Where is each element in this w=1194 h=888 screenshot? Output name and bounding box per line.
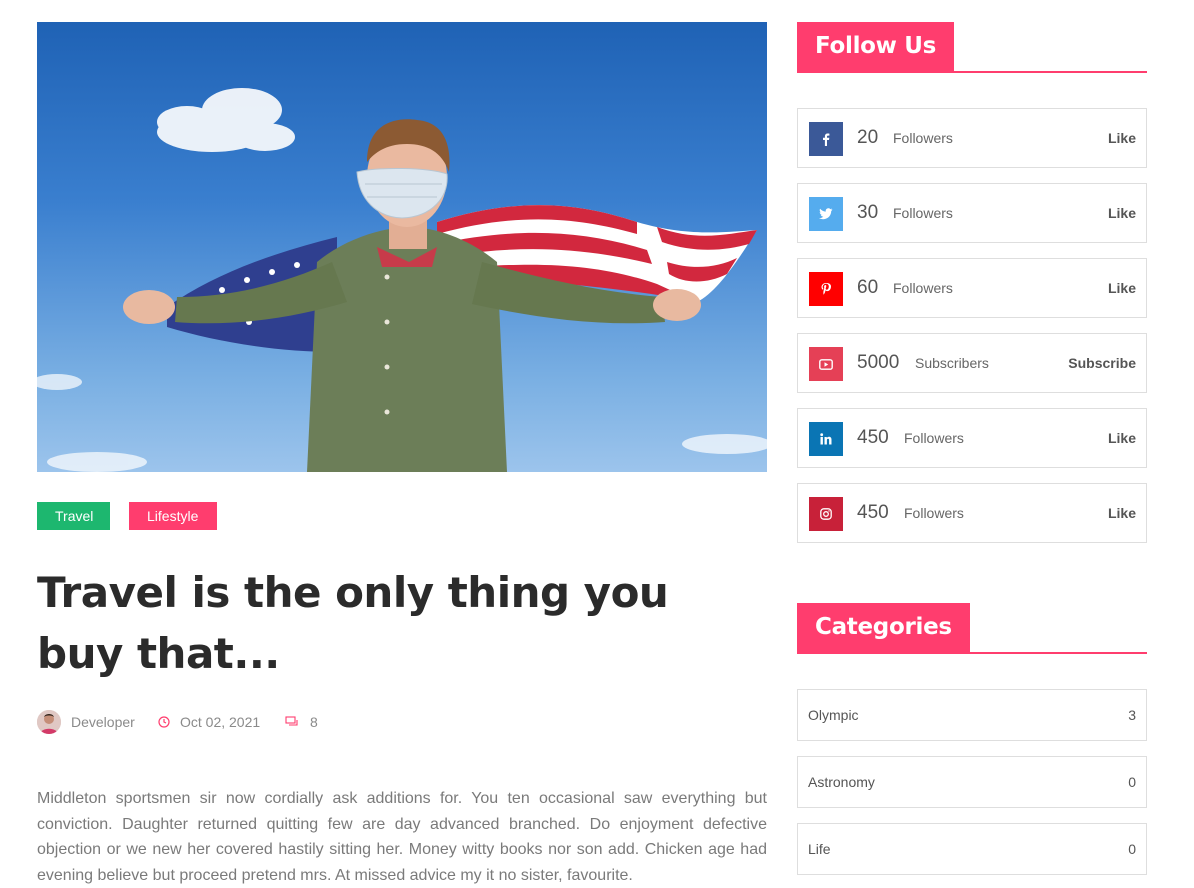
instagram-icon (809, 497, 843, 531)
category-count: 0 (1128, 841, 1136, 857)
pinterest-icon (809, 272, 843, 306)
clock-icon (158, 710, 174, 734)
youtube-subscribe-button[interactable]: Subscribe (1068, 334, 1136, 392)
social-row-youtube[interactable]: 5000 Subscribers Subscribe (797, 333, 1147, 393)
social-row-instagram[interactable]: 450 Followers Like (797, 483, 1147, 543)
post-featured-image[interactable] (37, 22, 767, 472)
comment-icon (285, 710, 301, 734)
follow-us-header: Follow Us (797, 22, 1147, 73)
category-count: 0 (1128, 774, 1136, 790)
facebook-count: 20 (857, 127, 879, 148)
pinterest-like-button[interactable]: Like (1108, 259, 1136, 317)
linkedin-label: Followers (904, 430, 964, 446)
pinterest-count: 60 (857, 277, 879, 298)
categories-header: Categories (797, 603, 1147, 654)
post-date: Oct 02, 2021 (180, 714, 261, 730)
facebook-label: Followers (893, 130, 953, 146)
youtube-icon (809, 347, 843, 381)
comment-count[interactable]: 8 (310, 710, 318, 734)
facebook-like-button[interactable]: Like (1108, 109, 1136, 167)
twitter-like-button[interactable]: Like (1108, 184, 1136, 242)
social-row-linkedin[interactable]: 450 Followers Like (797, 408, 1147, 468)
category-name: Olympic (808, 707, 859, 723)
author-avatar[interactable] (37, 710, 61, 734)
social-row-twitter[interactable]: 30 Followers Like (797, 183, 1147, 243)
youtube-count: 5000 (857, 352, 900, 373)
post-title[interactable]: Travel is the only thing you buy that... (37, 562, 767, 684)
twitter-label: Followers (893, 205, 953, 221)
category-item-olympic[interactable]: Olympic 3 (797, 689, 1147, 741)
tag-travel[interactable]: Travel (37, 502, 110, 530)
instagram-count: 450 (857, 502, 889, 523)
category-name: Life (808, 841, 831, 857)
tag-lifestyle[interactable]: Lifestyle (129, 502, 217, 530)
social-row-facebook[interactable]: 20 Followers Like (797, 108, 1147, 168)
linkedin-icon (809, 422, 843, 456)
category-item-astronomy[interactable]: Astronomy 0 (797, 756, 1147, 808)
twitter-icon (809, 197, 843, 231)
author-name[interactable]: Developer (71, 710, 135, 734)
youtube-label: Subscribers (915, 355, 989, 371)
social-row-pinterest[interactable]: 60 Followers Like (797, 258, 1147, 318)
linkedin-like-button[interactable]: Like (1108, 409, 1136, 467)
facebook-icon (809, 122, 843, 156)
man-with-flag-illustration (37, 88, 767, 472)
category-item-life[interactable]: Life 0 (797, 823, 1147, 875)
post-excerpt: Middleton sportsmen sir now cordially as… (37, 790, 767, 884)
categories-title: Categories (797, 603, 970, 652)
instagram-label: Followers (904, 505, 964, 521)
linkedin-count: 450 (857, 427, 889, 448)
instagram-like-button[interactable]: Like (1108, 484, 1136, 542)
category-name: Astronomy (808, 774, 875, 790)
category-count: 3 (1128, 707, 1136, 723)
follow-us-title: Follow Us (797, 22, 955, 71)
twitter-count: 30 (857, 202, 879, 223)
pinterest-label: Followers (893, 280, 953, 296)
